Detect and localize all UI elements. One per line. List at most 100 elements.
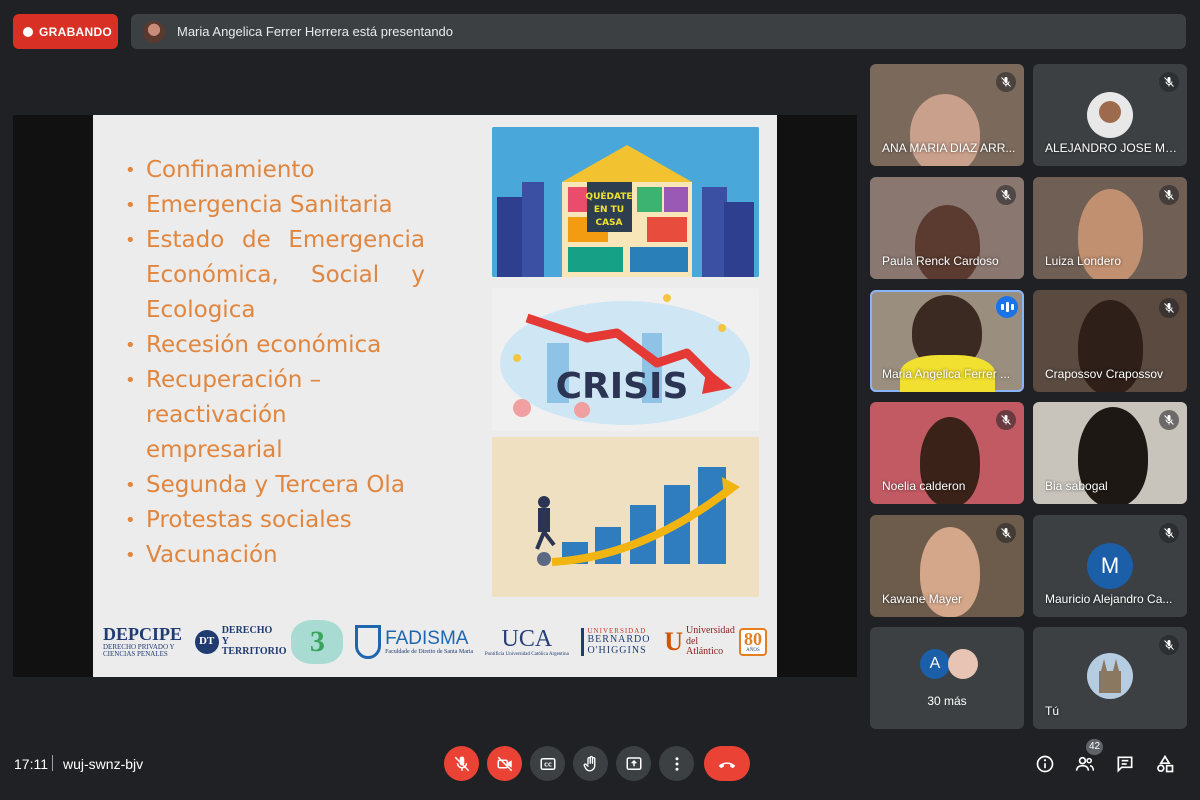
recording-badge[interactable]: GRABANDO xyxy=(13,14,118,49)
svg-text:CC: CC xyxy=(544,762,552,768)
more-options-icon xyxy=(675,756,678,771)
participant-tile[interactable]: Bia sabogal xyxy=(1033,402,1187,504)
clock: 17:11 xyxy=(14,756,48,772)
svg-text:CASA: CASA xyxy=(595,218,622,228)
captions-icon: CC xyxy=(540,757,555,770)
participant-tile[interactable]: ANA MARIA DIAZ ARR... xyxy=(870,64,1024,166)
raise-hand-icon xyxy=(583,755,595,771)
recording-dot-icon xyxy=(23,26,33,37)
mic-off-icon xyxy=(996,523,1016,543)
slide-bullet-list: Confinamiento Emergencia Sanitaria Estad… xyxy=(125,153,425,573)
derecho-territorio-logo: DT DERECHO Y TERRITORIO xyxy=(194,626,287,658)
participant-tile[interactable]: Luiza Londero xyxy=(1033,177,1187,279)
leave-call-button[interactable] xyxy=(704,746,750,781)
svg-text:QUÉDATE: QUÉDATE xyxy=(585,190,632,202)
growth-illustration xyxy=(492,437,759,597)
slide-bullet: Segunda y Tercera Ola xyxy=(125,468,425,503)
s3-logo: 3 xyxy=(291,620,344,664)
meeting-details-button[interactable] xyxy=(1033,752,1057,776)
mic-off-icon xyxy=(996,185,1016,205)
participant-tile[interactable]: Crapossov Crapossov xyxy=(1033,290,1187,392)
slide-bullet: Confinamiento xyxy=(125,153,425,188)
presenting-banner[interactable]: Maria Angelica Ferrer Herrera está prese… xyxy=(131,14,1186,49)
mic-off-icon xyxy=(1159,72,1179,92)
chat-icon xyxy=(1117,756,1133,773)
people-icon xyxy=(1075,756,1095,771)
self-avatar xyxy=(1087,653,1133,699)
info-icon xyxy=(1036,755,1054,773)
participant-avatar xyxy=(1087,92,1133,138)
stay-home-illustration: QUÉDATE EN TU CASA xyxy=(492,127,759,277)
divider xyxy=(52,755,53,771)
participant-name: Tú xyxy=(1045,704,1060,718)
participant-avatar: M xyxy=(1087,543,1133,589)
more-options-button[interactable] xyxy=(659,746,694,781)
participant-avatar xyxy=(948,649,978,679)
mic-off-icon xyxy=(996,410,1016,430)
participant-name: Mauricio Alejandro Ca... xyxy=(1045,592,1173,606)
participant-name: Paula Renck Cardoso xyxy=(882,254,999,268)
camera-toggle-button[interactable] xyxy=(487,746,522,781)
participant-tile[interactable]: Noelia calderon xyxy=(870,402,1024,504)
slide-bullet: Emergencia Sanitaria xyxy=(125,188,425,223)
fadisma-logo: FADISMA Faculdade de Direito de Santa Ma… xyxy=(355,625,473,659)
leave-call-icon xyxy=(718,761,736,768)
camera-off-icon xyxy=(497,756,512,771)
mic-off-icon xyxy=(1159,185,1179,205)
people-button[interactable] xyxy=(1073,752,1097,776)
participant-tile[interactable]: Paula Renck Cardoso xyxy=(870,177,1024,279)
participant-video xyxy=(910,94,980,166)
participant-name: Bia sabogal xyxy=(1045,479,1108,493)
institution-logos: DEPCIPE DERECHO PRIVADO Y CIENCIAS PENAL… xyxy=(93,607,777,677)
crisis-illustration: CRISIS xyxy=(492,288,759,431)
captions-button[interactable]: CC xyxy=(530,746,565,781)
slide-bullet: Vacunación xyxy=(125,538,425,573)
meet-window: GRABANDO Maria Angelica Ferrer Herrera e… xyxy=(0,0,1200,800)
participant-tile-speaking[interactable]: Maria Angelica Ferrer ... xyxy=(870,290,1024,392)
participant-tile[interactable]: ALEJANDRO JOSE MA... xyxy=(1033,64,1187,166)
svg-text:EN TU: EN TU xyxy=(594,205,624,215)
participant-tile[interactable]: Kawane Mayer xyxy=(870,515,1024,617)
uca-logo: UCA Pontificia Universidad Católica Arge… xyxy=(484,625,569,657)
recording-label: GRABANDO xyxy=(39,24,113,39)
participant-name: Kawane Mayer xyxy=(882,592,963,606)
svg-text:CRISIS: CRISIS xyxy=(556,366,689,407)
people-count-badge: 42 xyxy=(1086,739,1103,755)
participant-tile[interactable]: M Mauricio Alejandro Ca... xyxy=(1033,515,1187,617)
participant-name: ALEJANDRO JOSE MA... xyxy=(1045,141,1179,155)
presentation-slide: Confinamiento Emergencia Sanitaria Estad… xyxy=(93,115,777,677)
more-participants-tile[interactable]: A 30 más xyxy=(870,627,1024,729)
participant-name: Noelia calderon xyxy=(882,479,966,493)
presenting-text: Maria Angelica Ferrer Herrera está prese… xyxy=(177,24,454,39)
mic-off-icon xyxy=(454,756,469,771)
slide-bullet: Protestas sociales xyxy=(125,503,425,538)
participant-name: Crapossov Crapossov xyxy=(1045,367,1164,381)
slide-bullet: Recesión económica xyxy=(125,328,425,363)
present-now-button[interactable] xyxy=(616,746,651,781)
meeting-code: wuj-swnz-bjv xyxy=(63,756,144,772)
presenter-avatar xyxy=(143,20,165,43)
activities-button[interactable] xyxy=(1153,752,1177,776)
uatlantico-logo: U Universidad del Atlántico 80 AÑOS xyxy=(664,626,767,658)
more-participants-label: 30 más xyxy=(927,694,967,708)
mic-off-icon xyxy=(1159,523,1179,543)
shared-screen: Confinamiento Emergencia Sanitaria Estad… xyxy=(13,115,857,677)
mic-off-icon xyxy=(1159,410,1179,430)
slide-bullet: Recuperación – reactivación empresarial xyxy=(125,363,425,468)
self-tile[interactable]: Tú xyxy=(1033,627,1187,729)
depcipe-logo: DEPCIPE DERECHO PRIVADO Y CIENCIAS PENAL… xyxy=(103,624,183,659)
mic-off-icon xyxy=(1159,298,1179,318)
present-icon xyxy=(626,756,641,770)
participant-name: Maria Angelica Ferrer ... xyxy=(882,367,1011,381)
speaking-indicator-icon xyxy=(996,296,1018,318)
participant-avatar: A xyxy=(920,649,950,679)
activities-icon xyxy=(1157,754,1174,773)
participant-name: Luiza Londero xyxy=(1045,254,1122,268)
raise-hand-button[interactable] xyxy=(573,746,608,781)
participant-name: ANA MARIA DIAZ ARR... xyxy=(882,141,1016,155)
slide-bullet: Estado de Emergencia Económica, Social y… xyxy=(125,223,425,328)
mic-off-icon xyxy=(1159,635,1179,655)
chat-button[interactable] xyxy=(1113,752,1137,776)
ubo-logo: UNIVERSIDAD BERNARDO O'HIGGINS xyxy=(580,627,653,657)
mic-toggle-button[interactable] xyxy=(444,746,479,781)
